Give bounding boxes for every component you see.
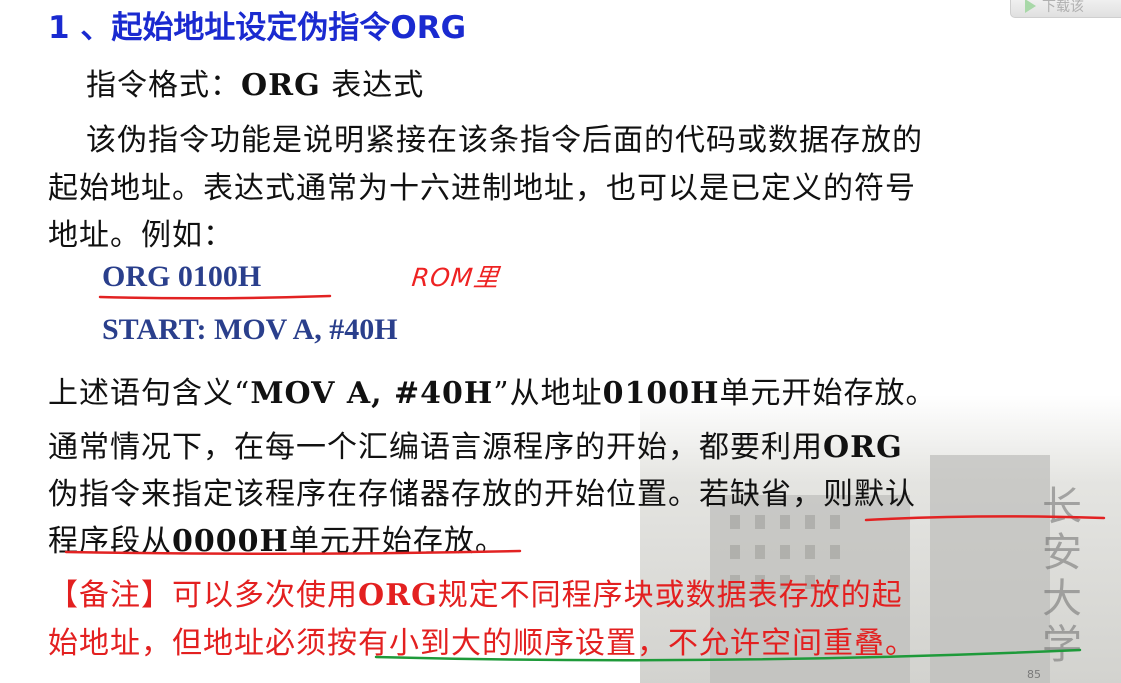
note-line-2: 始地址，但地址必须按有小到大的顺序设置，不允许空间重叠。: [48, 626, 916, 661]
meaning-part-3: 单元开始存放。: [719, 376, 937, 411]
usual-line-2: 伪指令来指定该程序在存储器存放的开始位置。若缺省，则默认: [48, 477, 916, 512]
download-button[interactable]: 下载该: [1010, 0, 1121, 18]
desc-line-1: 该伪指令功能是说明紧接在该条指令后面的代码或数据存放的: [86, 123, 923, 158]
usual-line-1-keyword: ORG: [823, 430, 903, 465]
code-line-org: ORG 0100H: [102, 260, 262, 293]
meaning-part-2: ”从地址: [493, 376, 603, 411]
red-underline-org: [98, 294, 332, 300]
usual-line-3-part-1: 程序段从: [48, 524, 172, 559]
desc-line-3: 地址。例如：: [48, 218, 234, 253]
meaning-line: 上述语句含义“MOV A, #40H”从地址0100H单元开始存放。: [48, 368, 936, 412]
note-line-1-part-2: 规定不同程序块或数据表存放的起: [437, 578, 903, 613]
desc-line-2: 起始地址。表达式通常为十六进制地址，也可以是已定义的符号: [48, 171, 916, 206]
usual-line-3-part-2: 单元开始存放。: [288, 524, 506, 559]
usual-line-1-text: 通常情况下，在每一个汇编语言源程序的开始，都要利用: [48, 430, 823, 465]
format-prefix: 指令格式：: [86, 68, 241, 103]
meaning-part-1: 上述语句含义“: [48, 376, 251, 411]
note-line-1-keyword: ORG: [358, 578, 438, 613]
page-number: 85: [1027, 668, 1041, 681]
meaning-address: 0100H: [602, 376, 720, 411]
format-keyword: ORG: [241, 68, 321, 103]
code-line-start: START: MOV A, #40H: [102, 313, 398, 346]
download-button-label: 下载该: [1042, 0, 1084, 15]
play-icon: [1025, 0, 1036, 13]
format-suffix: 表达式: [320, 68, 425, 103]
usual-line-3: 程序段从0000H单元开始存放。: [48, 516, 506, 560]
format-line: 指令格式：ORG 表达式: [86, 60, 424, 104]
calligraphy-text: 长安大学: [1035, 485, 1081, 669]
note-line-1: 【备注】可以多次使用ORG规定不同程序块或数据表存放的起: [48, 570, 903, 614]
usual-line-3-address: 0000H: [172, 524, 289, 559]
meaning-code: MOV A, #40H: [250, 376, 494, 411]
note-line-1-part-1: 【备注】可以多次使用: [48, 578, 358, 613]
slide-title: 1 、起始地址设定伪指令ORG: [48, 10, 467, 46]
handwritten-note-rom: ROM里: [410, 263, 501, 292]
usual-line-1: 通常情况下，在每一个汇编语言源程序的开始，都要利用ORG: [48, 422, 903, 466]
